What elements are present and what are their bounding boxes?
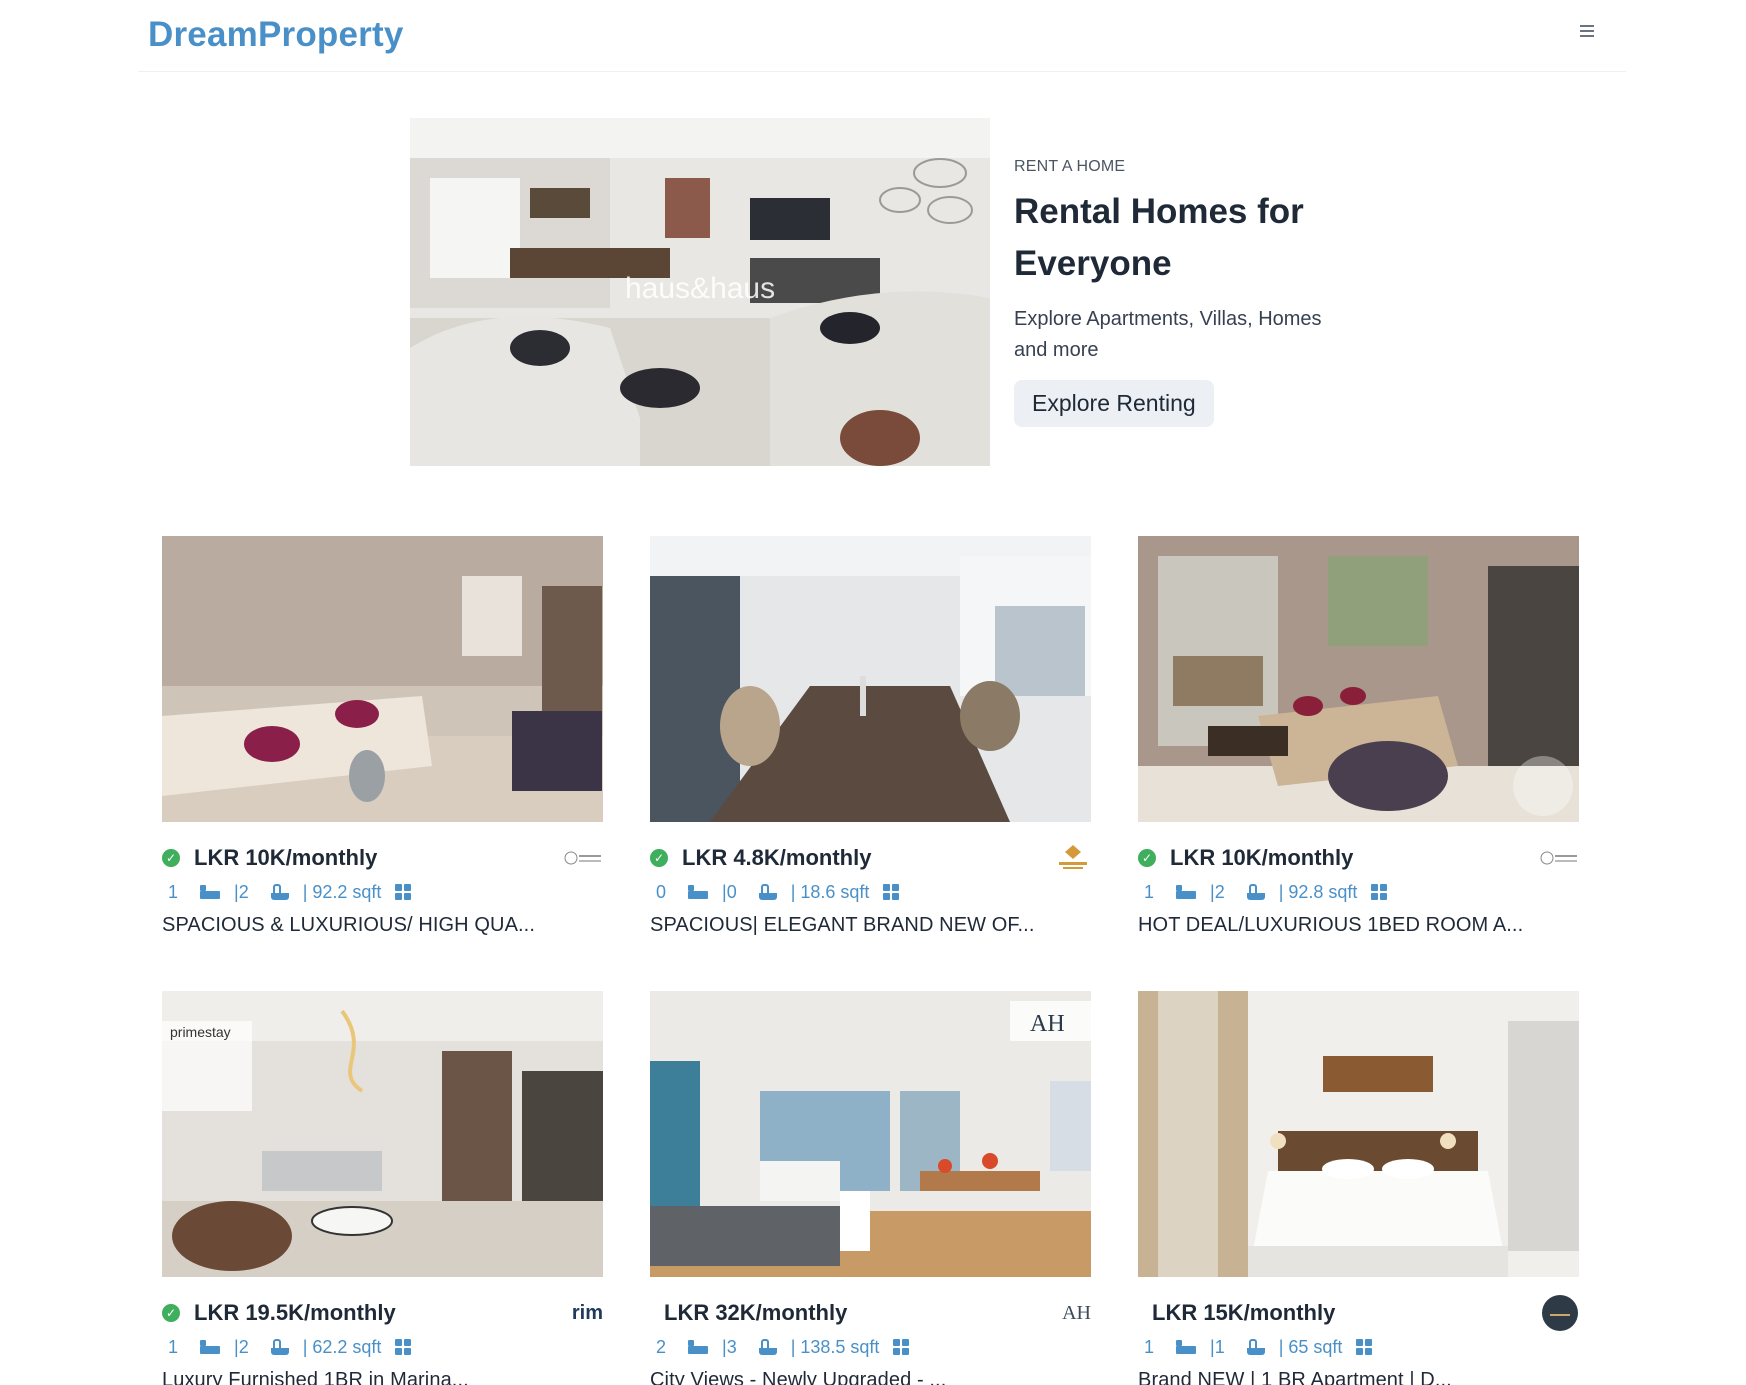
listing-price: LKR 15K/monthly [1152, 1300, 1336, 1325]
bath-count: |0 [722, 881, 737, 902]
hero-content: RENT A HOME Rental Homes for Everyone Ex… [1014, 158, 1354, 427]
listing-card[interactable]: LKR 15K/monthly 1 |1 | 65 sqft Brand NEW… [1138, 991, 1579, 1385]
listing-title[interactable]: SPACIOUS| ELEGANT BRAND NEW OF... [650, 914, 1091, 937]
agency-logo [1541, 1295, 1579, 1331]
bath-count: |3 [722, 1336, 737, 1357]
listing-card[interactable]: AH LKR 32K/monthly AH 2 |3 | 138.5 sqft … [650, 991, 1091, 1385]
bed-icon [688, 1340, 709, 1354]
listing-photo[interactable] [1138, 536, 1579, 822]
photo-watermark: AH [1030, 1011, 1065, 1037]
grid-icon [395, 884, 412, 900]
bed-count: 0 [656, 881, 667, 902]
area: | 92.2 sqft [302, 881, 382, 902]
hero-eyebrow: RENT A HOME [1014, 158, 1126, 175]
hamburger-menu-icon[interactable] [1576, 22, 1598, 44]
grid-icon [883, 884, 900, 900]
bed-count: 1 [1144, 1336, 1155, 1357]
bath-icon [1246, 1339, 1265, 1355]
bath-icon [270, 884, 289, 900]
area: | 62.2 sqft [302, 1336, 382, 1357]
agency-logo [1539, 844, 1579, 872]
listing-card[interactable]: ✓ LKR 10K/monthly 1 |2 | 92.2 sqft SPACI… [162, 536, 603, 937]
photo-watermark: primestay [170, 1024, 231, 1040]
hero-subtitle: Explore Apartments, Villas, Homes and mo… [1014, 308, 1322, 361]
listing-title[interactable]: Brand NEW | 1 BR Apartment | D... [1138, 1369, 1579, 1385]
listing-price: LKR 10K/monthly [1170, 845, 1354, 870]
listing-photo[interactable] [162, 536, 603, 822]
agency-logo: rim [571, 1301, 603, 1324]
listing-photo[interactable]: AH [650, 991, 1091, 1277]
bed-icon [688, 885, 709, 899]
bath-count: |2 [1210, 881, 1225, 902]
verified-check-icon: ✓ [162, 849, 180, 867]
hero-image: haus&haus [410, 118, 990, 466]
listing-stats: 1 |2 | 92.2 sqft [162, 880, 603, 904]
grid-icon [1356, 1339, 1373, 1355]
listing-card[interactable]: ✓ LKR 4.8K/monthly 0 |0 | 18.6 sqft SPAC… [650, 536, 1091, 937]
listing-photo[interactable]: primestay [162, 991, 603, 1277]
listing-card[interactable]: primestay ✓ LKR 19.5K/monthly rim 1 |2 |… [162, 991, 603, 1385]
listing-price: LKR 19.5K/monthly [194, 1300, 396, 1325]
agency-logo: AH [1062, 1301, 1091, 1324]
bed-icon [200, 1340, 221, 1354]
bed-count: 2 [656, 1336, 667, 1357]
area: | 65 sqft [1278, 1336, 1343, 1357]
listing-title[interactable]: SPACIOUS & LUXURIOUS/ HIGH QUA... [162, 914, 603, 937]
verified-check-icon: ✓ [650, 849, 668, 867]
listing-stats: 1 |2 | 62.2 sqft [162, 1335, 603, 1359]
listing-title[interactable]: Luxury Furnished 1BR in Marina... [162, 1369, 603, 1385]
listing-stats: 0 |0 | 18.6 sqft [650, 880, 1091, 904]
site-header: DreamProperty [138, 0, 1626, 72]
listing-title[interactable]: HOT DEAL/LUXURIOUS 1BED ROOM A... [1138, 914, 1579, 937]
area: | 18.6 sqft [790, 881, 870, 902]
listing-price: LKR 32K/monthly [664, 1300, 848, 1325]
area: | 92.8 sqft [1278, 881, 1358, 902]
grid-icon [893, 1339, 910, 1355]
listing-card[interactable]: ✓ LKR 10K/monthly 1 |2 | 92.8 sqft HOT D… [1138, 536, 1579, 937]
bath-icon [270, 1339, 289, 1355]
listing-price: LKR 4.8K/monthly [682, 845, 872, 870]
bed-icon [1176, 1340, 1197, 1354]
listing-price: LKR 10K/monthly [194, 845, 378, 870]
bath-icon [1246, 884, 1265, 900]
agency-logo [563, 844, 603, 872]
bath-count: |2 [234, 881, 249, 902]
explore-renting-button[interactable]: Explore Renting [1014, 380, 1214, 427]
hero-watermark: haus&haus [625, 272, 775, 305]
verified-check-icon: ✓ [1138, 849, 1156, 867]
area: | 138.5 sqft [790, 1336, 880, 1357]
brand-logo[interactable]: DreamProperty [148, 15, 403, 55]
listing-title[interactable]: City Views - Newly Upgraded - ... [650, 1369, 1091, 1385]
listing-stats: 1 |1 | 65 sqft [1138, 1335, 1579, 1359]
bath-icon [758, 884, 777, 900]
verified-check-icon: ✓ [162, 1304, 180, 1322]
listing-stats: 1 |2 | 92.8 sqft [1138, 880, 1579, 904]
bed-icon [200, 885, 221, 899]
agency-logo [1055, 844, 1091, 872]
listing-photo[interactable] [1138, 991, 1579, 1277]
bed-icon [1176, 885, 1197, 899]
grid-icon [395, 1339, 412, 1355]
listing-stats: 2 |3 | 138.5 sqft [650, 1335, 1091, 1359]
bed-count: 1 [168, 1336, 179, 1357]
grid-icon [1371, 884, 1388, 900]
listing-photo[interactable] [650, 536, 1091, 822]
bed-count: 1 [1144, 881, 1155, 902]
hero-title: Rental Homes for Everyone [1014, 192, 1304, 283]
bath-icon [758, 1339, 777, 1355]
bed-count: 1 [168, 881, 179, 902]
bath-count: |1 [1210, 1336, 1225, 1357]
bath-count: |2 [234, 1336, 249, 1357]
